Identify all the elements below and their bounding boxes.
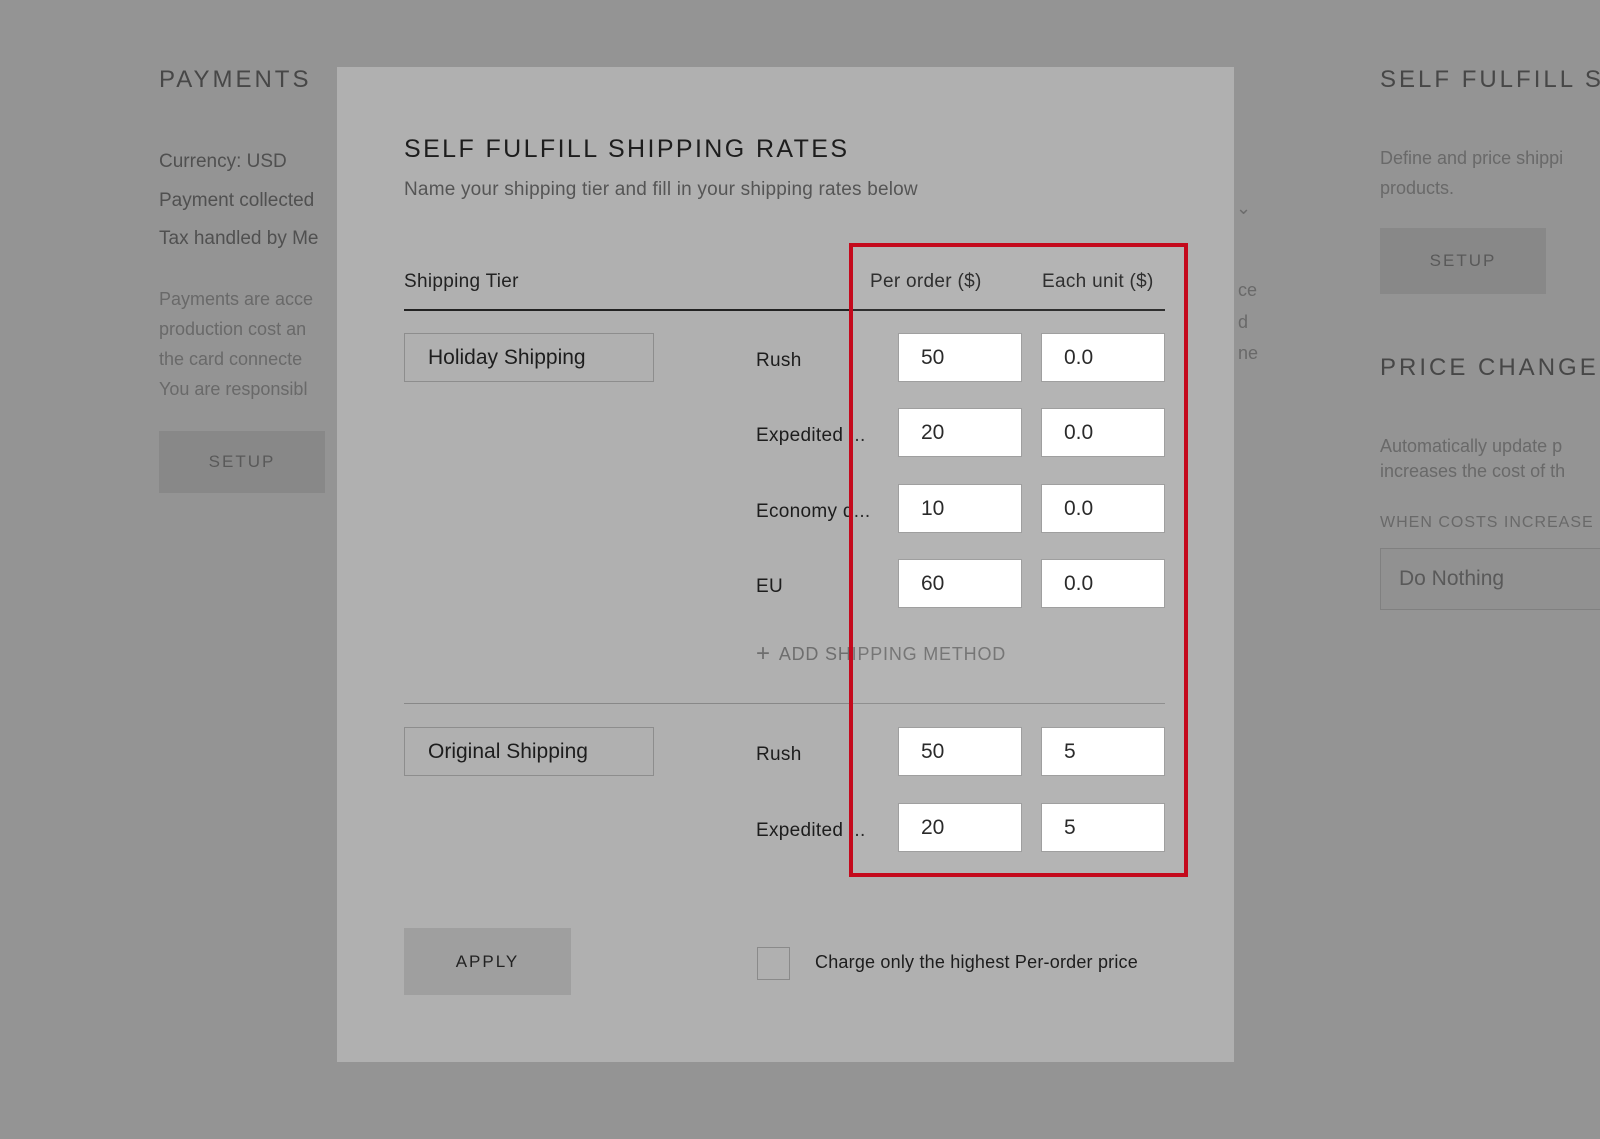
per-order-column-header: Per order ($) xyxy=(870,271,982,292)
each-unit-input[interactable]: 0.0 xyxy=(1041,559,1165,608)
each-unit-input[interactable]: 5 xyxy=(1041,803,1165,852)
each-unit-input[interactable]: 0.0 xyxy=(1041,333,1165,382)
per-order-input[interactable]: 20 xyxy=(898,408,1022,457)
shipping-tier-column-header: Shipping Tier xyxy=(404,271,519,292)
modal-subtitle: Name your shipping tier and fill in your… xyxy=(404,179,918,200)
method-label: Rush xyxy=(756,744,802,765)
charge-highest-label: Charge only the highest Per-order price xyxy=(815,952,1138,972)
tier-name-input[interactable]: Original Shipping xyxy=(404,727,654,776)
method-label: Expedited ... xyxy=(756,820,866,841)
add-shipping-method-button[interactable]: + ADD SHIPPING METHOD xyxy=(756,642,1006,666)
per-order-input[interactable]: 50 xyxy=(898,727,1022,776)
add-shipping-method-label: ADD SHIPPING METHOD xyxy=(778,643,1007,664)
per-order-input[interactable]: 20 xyxy=(898,803,1022,852)
charge-highest-checkbox[interactable] xyxy=(757,947,790,980)
method-label: Rush xyxy=(756,350,802,371)
each-unit-input[interactable]: 0.0 xyxy=(1041,408,1165,457)
plus-icon: + xyxy=(756,640,771,667)
per-order-input[interactable]: 60 xyxy=(898,559,1022,608)
header-divider xyxy=(404,309,1165,311)
tier-divider xyxy=(404,703,1165,704)
shipping-rates-modal: SELF FULFILL SHIPPING RATES Name your sh… xyxy=(337,67,1234,1062)
modal-title: SELF FULFILL SHIPPING RATES xyxy=(404,135,850,163)
per-order-input[interactable]: 10 xyxy=(898,484,1022,533)
per-order-input[interactable]: 50 xyxy=(898,333,1022,382)
each-unit-column-header: Each unit ($) xyxy=(1042,271,1154,292)
each-unit-input[interactable]: 0.0 xyxy=(1041,484,1165,533)
tier-name-input[interactable]: Holiday Shipping xyxy=(404,333,654,382)
method-label: Expedited ... xyxy=(756,425,866,446)
each-unit-input[interactable]: 5 xyxy=(1041,727,1165,776)
method-label: Economy d... xyxy=(756,501,871,522)
method-label: EU xyxy=(756,576,783,597)
apply-button[interactable]: APPLY xyxy=(404,928,571,995)
